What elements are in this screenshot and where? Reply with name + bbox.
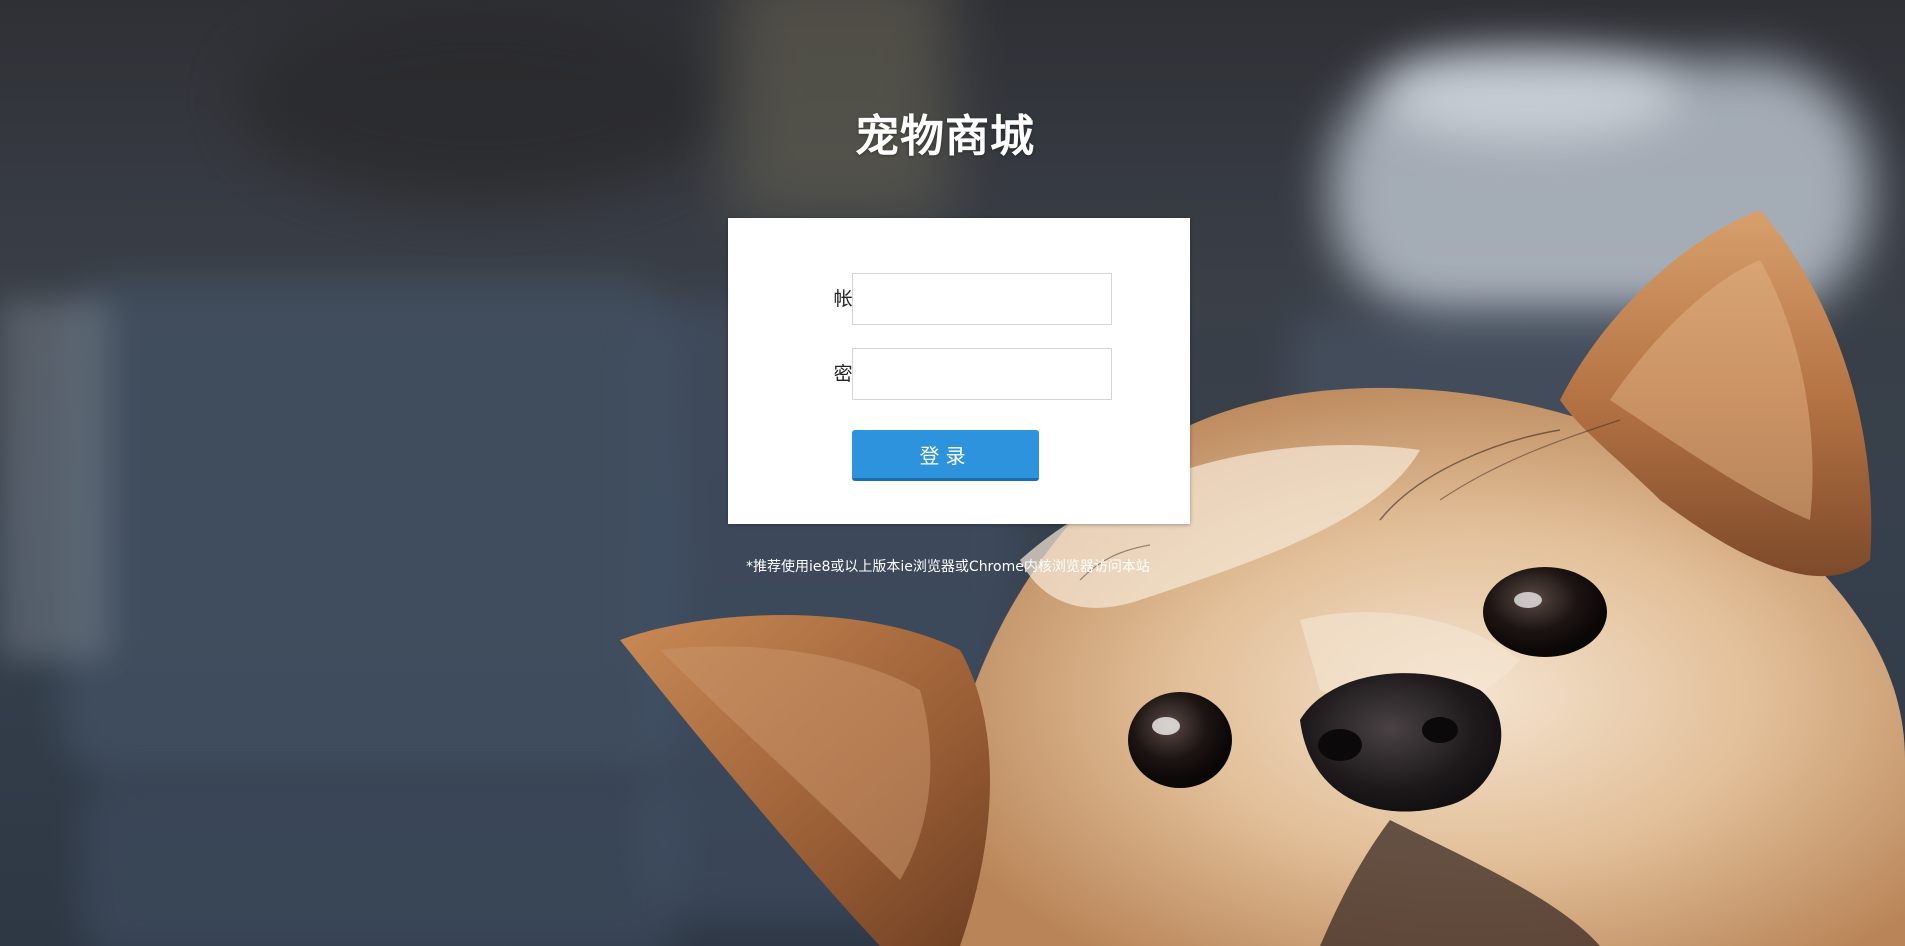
login-panel: 帐号: 密码: 登录 (728, 218, 1190, 524)
page-title: 宠物商城 (855, 111, 1035, 162)
browser-tip: *推荐使用ie8或以上版本ie浏览器或Chrome内核浏览器访问本站 (746, 559, 1150, 575)
password-row: 密码: (728, 348, 1190, 400)
login-button[interactable]: 登录 (852, 430, 1039, 481)
password-input[interactable] (852, 348, 1112, 400)
username-input[interactable] (852, 273, 1112, 325)
username-row: 帐号: (728, 273, 1190, 325)
